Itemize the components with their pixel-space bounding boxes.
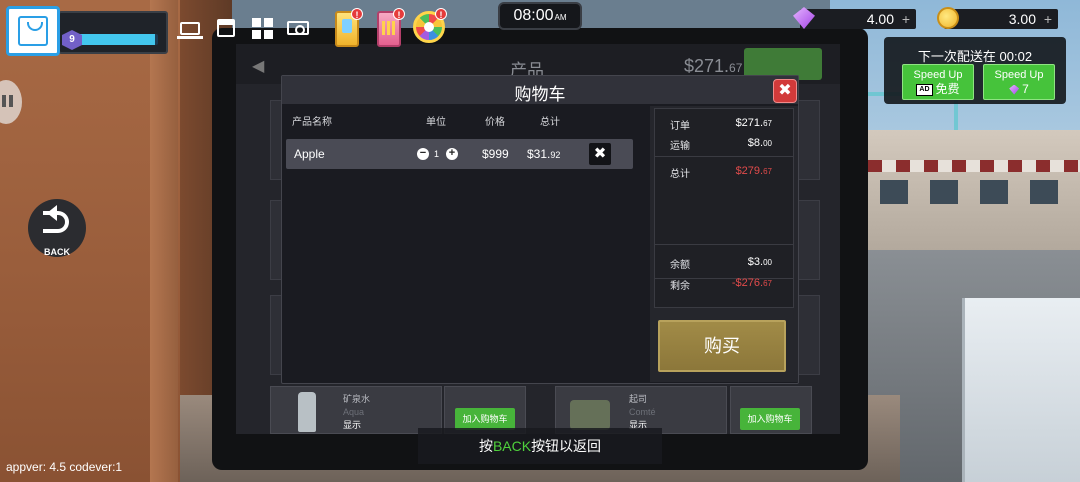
product-name: 起司 xyxy=(629,394,648,404)
add-coins-button[interactable]: + xyxy=(1044,9,1052,29)
gem-balance-bar[interactable]: 4.00 + xyxy=(800,9,916,29)
column-header-name: 产品名称 xyxy=(292,117,332,128)
shopping-bag-button[interactable] xyxy=(6,6,60,56)
shopping-cart-dialog: 购物车 ✖ 产品名称 单位 价格 总计 Apple − 1 + $999 $31… xyxy=(281,75,799,384)
order-summary: 订单 $271.67 运输 $8.00 总计 $279.67 余额 $3.00 … xyxy=(650,106,798,382)
cheese-image xyxy=(570,400,610,430)
cart-item-name: Apple xyxy=(294,147,325,161)
grid-icon xyxy=(251,17,273,39)
product-subtitle: Comté xyxy=(629,407,656,417)
summary-divider xyxy=(654,244,794,245)
street-building xyxy=(868,130,1080,250)
balance-label: 余额 xyxy=(670,260,690,271)
back-label: BACK xyxy=(44,247,70,257)
remaining-value: -$276.67 xyxy=(731,277,772,289)
delivery-panel: 下一次配送在 00:02 Speed Up AD 免费 Speed Up 7 xyxy=(884,37,1066,104)
coin-icon xyxy=(937,7,959,29)
cart-item-row: Apple − 1 + $999 $31.92 ✖ xyxy=(286,139,633,169)
speed-up-ad-button[interactable]: Speed Up AD 免费 xyxy=(902,64,974,100)
coin-balance: 3.00 xyxy=(1008,11,1036,27)
cart-item-total: $31.92 xyxy=(527,147,561,161)
shopping-bag-icon xyxy=(18,16,48,46)
version-label: appver: 4.5 codever:1 xyxy=(6,460,123,474)
water-bottle-image xyxy=(298,392,316,432)
column-header-unit: 单位 xyxy=(426,117,446,128)
cart-item-price: $999 xyxy=(482,147,509,161)
product-name: 矿泉水 xyxy=(343,394,371,404)
xp-progress-bar xyxy=(70,34,158,45)
building-window xyxy=(1030,180,1058,204)
back-hint: 按BACK按钮以返回 xyxy=(418,428,662,464)
cash-register-button[interactable] xyxy=(212,14,240,42)
product-show-link[interactable]: 显示 xyxy=(343,418,361,431)
product-subtitle: Aqua xyxy=(343,407,365,417)
remove-item-button[interactable]: ✖ xyxy=(589,143,611,165)
add-gems-button[interactable]: + xyxy=(902,9,910,29)
back-button[interactable]: BACK xyxy=(28,199,86,257)
building-awning xyxy=(868,160,1080,172)
remaining-label: 剩余 xyxy=(670,281,690,292)
speed-up-label: Speed Up xyxy=(994,69,1044,81)
alert-badge: ! xyxy=(393,8,405,20)
column-header-price: 价格 xyxy=(485,117,505,128)
speed-up-gem-button[interactable]: Speed Up 7 xyxy=(983,64,1055,100)
column-header-total: 总计 xyxy=(540,117,560,128)
build-menu-button[interactable] xyxy=(248,14,276,42)
increase-quantity-button[interactable]: + xyxy=(446,148,458,160)
add-to-cart-button[interactable]: 加入购物车 xyxy=(455,408,515,430)
cash-register-icon xyxy=(217,19,235,37)
shipping-value: $8.00 xyxy=(747,137,772,149)
shop-back-icon[interactable]: ◀ xyxy=(252,56,264,76)
buy-button[interactable]: 购买 xyxy=(658,320,786,372)
shipping-label: 运输 xyxy=(670,141,690,152)
coin-balance-bar[interactable]: 3.00 + xyxy=(944,9,1058,29)
gem-icon xyxy=(1009,84,1020,95)
speed-up-label: Speed Up xyxy=(913,69,963,81)
shop-cart-total: $271.67 xyxy=(684,56,743,76)
delivery-countdown: 下一次配送在 00:02 xyxy=(917,49,1033,64)
add-to-cart-button[interactable]: 加入购物车 xyxy=(740,408,800,430)
gem-balance: 4.00 xyxy=(866,11,894,27)
shop-product-tile xyxy=(798,200,820,280)
ad-icon: AD xyxy=(916,83,933,96)
summary-divider xyxy=(654,156,794,157)
close-cart-button[interactable]: ✖ xyxy=(773,79,797,103)
building-window xyxy=(980,180,1008,204)
building-window xyxy=(880,180,908,204)
back-arrow-icon xyxy=(43,205,69,233)
xp-progress-fill xyxy=(70,34,156,45)
building-window xyxy=(930,180,958,204)
decrease-quantity-button[interactable]: − xyxy=(417,148,429,160)
shop-product-tile xyxy=(798,295,820,375)
free-label: 免费 xyxy=(935,82,960,96)
cart-title: 购物车 xyxy=(514,85,566,104)
grand-total-value: $279.67 xyxy=(735,165,772,177)
order-subtotal-label: 订单 xyxy=(670,121,690,132)
alert-badge: ! xyxy=(351,8,363,20)
laptop-icon xyxy=(177,21,203,39)
shop-counter xyxy=(962,298,1080,482)
cart-item-quantity: 1 xyxy=(434,149,440,159)
clock-time: 08:00 xyxy=(513,7,554,24)
finance-button[interactable] xyxy=(284,14,312,42)
grand-total-label: 总计 xyxy=(670,169,690,180)
shop-product-tile xyxy=(798,100,820,180)
alert-badge: ! xyxy=(435,8,447,20)
balance-value: $3.00 xyxy=(747,256,772,268)
computer-button[interactable] xyxy=(176,14,204,42)
wall-pillar xyxy=(150,0,178,482)
order-subtotal-value: $271.67 xyxy=(735,117,772,129)
clock-ampm: AM xyxy=(554,13,567,22)
gem-cost: 7 xyxy=(1022,82,1029,96)
cash-icon xyxy=(287,21,309,35)
game-clock: 08:00AM xyxy=(498,2,582,30)
